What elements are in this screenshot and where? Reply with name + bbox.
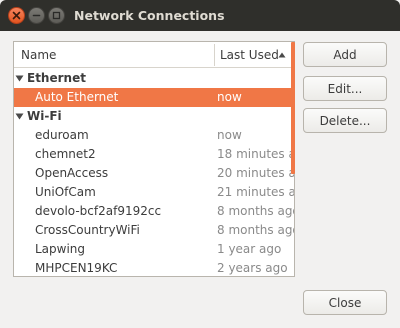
list-item[interactable]: OpenAccess 20 minutes ago <box>14 164 294 183</box>
connection-last-used: 20 minutes ago <box>217 166 294 180</box>
maximize-icon <box>52 11 61 20</box>
connection-name: UniOfCam <box>35 185 96 199</box>
group-label: Wi-Fi <box>27 109 62 123</box>
connection-last-used: 2 years ago <box>217 261 288 275</box>
connection-last-used: 1 year ago <box>217 242 282 256</box>
connection-last-used: now <box>217 128 242 142</box>
list-item[interactable]: Auto Ethernet now <box>14 88 294 107</box>
add-button[interactable]: Add <box>303 42 387 67</box>
connection-name: chemnet2 <box>35 147 96 161</box>
close-button[interactable]: Close <box>303 290 387 315</box>
column-separator <box>214 44 215 66</box>
column-header-last-used[interactable]: Last Used <box>220 42 279 68</box>
list-rows: Ethernet Auto Ethernet now Wi-Fi eduroam… <box>14 69 294 276</box>
connection-name: Lapwing <box>35 242 86 256</box>
connection-name: OpenAccess <box>35 166 109 180</box>
titlebar: Network Connections <box>0 0 400 31</box>
expander-down-icon[interactable] <box>15 113 24 120</box>
connection-name: devolo-bcf2af9192cc <box>35 204 162 218</box>
column-header-name[interactable]: Name <box>21 42 56 68</box>
group-label: Ethernet <box>27 71 86 85</box>
list-item[interactable]: UniOfCam 21 minutes ago <box>14 183 294 202</box>
window-title: Network Connections <box>74 8 225 23</box>
scrollbar-thumb[interactable] <box>291 42 295 174</box>
list-header: Name Last Used <box>14 42 294 68</box>
sort-ascending-icon <box>278 52 286 58</box>
connection-name: Auto Ethernet <box>35 90 119 104</box>
window-close-button[interactable] <box>8 7 25 24</box>
delete-button[interactable]: Delete... <box>303 108 387 133</box>
window-maximize-button[interactable] <box>48 7 65 24</box>
minimize-icon <box>32 14 41 17</box>
connection-last-used: 8 months ago <box>217 204 295 218</box>
connection-name: eduroam <box>35 128 89 142</box>
edit-button[interactable]: Edit... <box>303 76 387 101</box>
window-minimize-button[interactable] <box>28 7 45 24</box>
expander-down-icon[interactable] <box>15 75 24 82</box>
connection-name: MHPCEN19KC <box>35 261 118 275</box>
list-item[interactable]: eduroam now <box>14 126 294 145</box>
group-row-wifi[interactable]: Wi-Fi <box>14 107 294 126</box>
close-icon <box>12 11 21 20</box>
list-item[interactable]: Lapwing 1 year ago <box>14 240 294 259</box>
connection-last-used: 8 months ago <box>217 223 295 237</box>
connection-name: CrossCountryWiFi <box>35 223 140 237</box>
list-item[interactable]: devolo-bcf2af9192cc 8 months ago <box>14 202 294 221</box>
connection-last-used: 18 minutes ago <box>217 147 294 161</box>
list-scrollbar[interactable] <box>291 42 295 276</box>
list-item[interactable]: MHPCEN19KC 2 years ago <box>14 259 294 276</box>
connection-last-used: 21 minutes ago <box>217 185 294 199</box>
list-item[interactable]: chemnet2 18 minutes ago <box>14 145 294 164</box>
connection-last-used: now <box>217 90 242 104</box>
group-row-ethernet[interactable]: Ethernet <box>14 69 294 88</box>
list-item[interactable]: CrossCountryWiFi 8 months ago <box>14 221 294 240</box>
connections-list[interactable]: Name Last Used Ethernet Auto Ethernet no… <box>13 41 295 277</box>
